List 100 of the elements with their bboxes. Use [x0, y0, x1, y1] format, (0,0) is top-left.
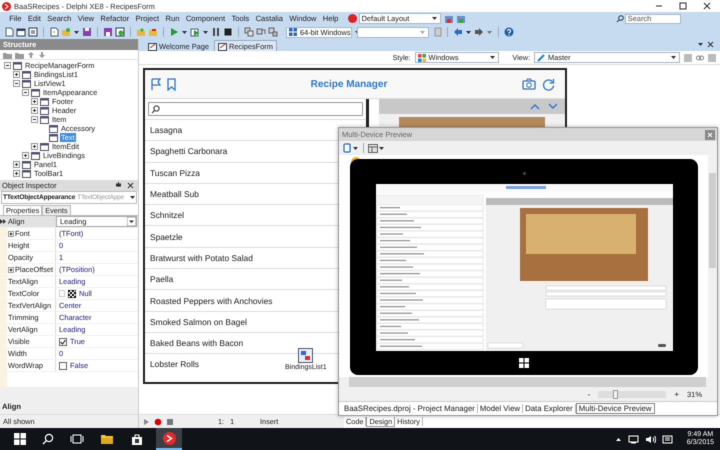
windows-logo-icon	[289, 28, 297, 36]
expand-icon[interactable]	[8, 230, 14, 236]
taskbar-app-button[interactable]	[156, 428, 182, 450]
list-item[interactable]: Lasagna	[150, 125, 182, 136]
checkered-swatch-icon	[68, 290, 76, 298]
new-file-icon[interactable]	[4, 27, 14, 37]
open-project-icon[interactable]	[28, 27, 38, 37]
save-icon[interactable]	[82, 27, 92, 37]
search-icon[interactable]	[42, 433, 54, 445]
up-arrow-icon[interactable]	[27, 50, 35, 58]
slider-thumb[interactable]	[612, 390, 618, 398]
bookmark-icon[interactable]	[167, 78, 176, 90]
up-chevron-icon[interactable]	[530, 103, 540, 110]
zoom-in-button[interactable]: +	[674, 390, 679, 398]
new-items-icon[interactable]	[49, 27, 59, 37]
help-icon[interactable]	[504, 27, 514, 37]
step-over-icon[interactable]	[268, 27, 278, 37]
dropdown-button-icon[interactable]	[127, 217, 136, 226]
pause-icon[interactable]	[211, 27, 221, 37]
back-arrow-icon[interactable]	[453, 27, 463, 37]
search-icon	[151, 104, 160, 114]
start-icon[interactable]	[14, 433, 26, 445]
record-icon[interactable]	[154, 418, 162, 426]
step-icon[interactable]	[244, 27, 254, 37]
link-icon[interactable]	[696, 54, 704, 62]
save-all-icon[interactable]	[103, 27, 113, 37]
form-icon	[218, 42, 227, 50]
close-icon[interactable]	[127, 182, 134, 189]
close-icon[interactable]	[707, 40, 714, 48]
expand-icon[interactable]	[22, 152, 29, 159]
zoom-out-button[interactable]: -	[588, 390, 590, 398]
device-icon[interactable]	[343, 143, 352, 153]
volume-icon[interactable]	[644, 434, 656, 444]
pin-icon[interactable]	[115, 182, 122, 189]
list-item[interactable]: Spaetzle	[150, 232, 183, 242]
expand-icon[interactable]	[8, 266, 14, 272]
list-item[interactable]: Lobster Rolls	[150, 359, 199, 370]
collapse-icon[interactable]	[22, 89, 29, 96]
caret-icon[interactable]	[379, 144, 385, 152]
remove-file-icon[interactable]	[148, 27, 158, 37]
caret-icon	[129, 194, 136, 201]
collapse-icon[interactable]	[4, 62, 11, 69]
new-form-icon[interactable]	[16, 27, 26, 37]
windows-logo-icon	[519, 358, 529, 368]
close-icon[interactable]	[702, 1, 712, 11]
list-item[interactable]: Baked Beans with Bacon	[150, 338, 244, 348]
network-icon[interactable]	[628, 434, 639, 444]
search-icon	[616, 14, 624, 22]
down-arrow-icon[interactable]	[38, 50, 46, 58]
list-item[interactable]: Tuscan Pizza	[150, 168, 200, 178]
trace-icon[interactable]	[256, 27, 266, 37]
expand-icon[interactable]	[13, 161, 20, 168]
search-field[interactable]	[148, 102, 363, 116]
caret-icon	[670, 54, 677, 61]
checkbox[interactable]	[59, 338, 67, 346]
checkbox[interactable]	[59, 362, 67, 370]
list-item[interactable]: Smoked Salmon on Bagel	[150, 316, 247, 327]
stop-icon[interactable]	[223, 27, 233, 37]
expand-icon[interactable]	[31, 98, 38, 105]
folder-icon[interactable]	[100, 433, 114, 445]
flag-icon[interactable]	[150, 78, 161, 90]
refresh-icon[interactable]	[542, 78, 555, 90]
expand-icon[interactable]	[31, 143, 38, 150]
caret-icon	[488, 54, 496, 61]
run-without-debug-icon[interactable]	[190, 27, 200, 37]
home-page-icon	[148, 42, 157, 50]
notifications-icon[interactable]	[662, 434, 673, 444]
chevron-up-icon[interactable]	[614, 436, 622, 442]
zoom-slider[interactable]	[598, 390, 666, 398]
list-item[interactable]: Meatball Sub	[150, 189, 199, 200]
expand-icon[interactable]	[13, 71, 20, 78]
caret-icon[interactable]	[353, 144, 359, 152]
expand-icon[interactable]	[13, 170, 20, 177]
expand-icon[interactable]	[31, 107, 38, 114]
list-item[interactable]: Spaghetti Carbonara	[150, 146, 228, 156]
collapse-icon[interactable]	[13, 80, 20, 87]
open-icon[interactable]	[115, 27, 125, 37]
list-item[interactable]: Roasted Peppers with Anchovies	[150, 296, 272, 306]
camera-dot	[522, 172, 526, 175]
app-logo-icon[interactable]	[348, 14, 357, 23]
play-icon[interactable]	[143, 418, 150, 426]
layout-icon[interactable]	[368, 144, 378, 152]
app-logo-icon	[162, 432, 176, 444]
down-chevron-icon[interactable]	[548, 103, 558, 110]
bindings-component-icon	[298, 348, 314, 363]
horizontal-scrollbar[interactable]	[349, 377, 706, 387]
windows-logo-icon	[418, 54, 426, 62]
save-layout-icon[interactable]	[444, 14, 454, 24]
list-item[interactable]: Paella	[150, 274, 174, 284]
current-row-icon	[0, 218, 6, 225]
task-view-icon[interactable]	[70, 433, 84, 445]
store-icon[interactable]	[130, 432, 144, 446]
camera-icon[interactable]	[522, 78, 536, 90]
list-item[interactable]: Bratwurst with Potato Salad	[150, 252, 253, 263]
list-item[interactable]: Schnitzel	[150, 210, 184, 220]
forward-arrow-icon[interactable]	[474, 27, 484, 37]
maximize-icon[interactable]	[678, 1, 688, 11]
collapse-icon[interactable]	[31, 116, 38, 123]
form-title: Recipe Manager	[310, 78, 388, 90]
master-view-icon	[537, 54, 545, 62]
